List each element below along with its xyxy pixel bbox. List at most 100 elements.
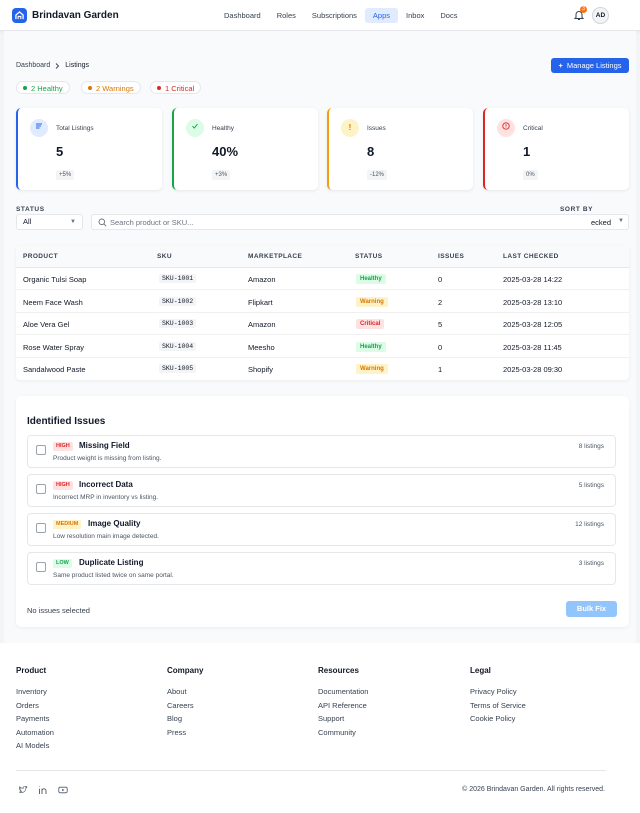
footer-link[interactable]: API Reference (318, 701, 368, 715)
pill-label: 1 Critical (165, 84, 195, 93)
issue-checkbox[interactable] (36, 484, 46, 494)
cell-issues: 0 (438, 342, 443, 352)
footer-link[interactable]: Automation (16, 728, 54, 742)
search-bar[interactable]: Search product or SKU... ecked ▼ (91, 214, 629, 230)
cell-sku: SKU-1005 (159, 364, 197, 373)
cell-last-checked: 2025-03-28 09:30 (503, 365, 563, 374)
footer-divider (16, 770, 606, 771)
col-last-checked[interactable]: LAST CHECKED (503, 253, 559, 260)
issue-item[interactable]: HIGH Incorrect Data Incorrect MRP in inv… (27, 474, 616, 507)
issues-title: Identified Issues (27, 416, 106, 427)
table-row[interactable]: Rose Water Spray SKU-1004 Meesho Healthy… (16, 336, 629, 358)
footer-link[interactable]: About (167, 687, 203, 701)
manage-listings-button[interactable]: + Manage Listings (551, 58, 629, 73)
twitter-icon[interactable] (18, 785, 28, 795)
cell-issues: 2 (438, 297, 443, 307)
issue-title: Incorrect Data (79, 480, 133, 489)
plus-icon: + (558, 61, 563, 70)
footer-link[interactable]: Documentation (318, 687, 368, 701)
col-marketplace[interactable]: MARKETPLACE (248, 253, 302, 260)
stat-card-total: Total Listings 5 +5% (16, 108, 162, 190)
nav-docs[interactable]: Docs (432, 8, 465, 23)
sort-select-value[interactable]: ecked (591, 218, 611, 227)
footer-link[interactable]: Blog (167, 714, 203, 728)
issue-checkbox[interactable] (36, 445, 46, 455)
cell-marketplace: Flipkart (248, 297, 273, 307)
status-badge: Healthy (356, 341, 386, 352)
footer-link[interactable]: Press (167, 728, 203, 742)
issue-item[interactable]: LOW Duplicate Listing Same product liste… (27, 552, 616, 585)
footer-link[interactable]: Community (318, 728, 368, 742)
status-pill-critical[interactable]: 1 Critical (150, 81, 202, 94)
breadcrumb: Dashboard Listings (16, 62, 89, 69)
footer-link[interactable]: Privacy Policy (470, 687, 526, 701)
footer-link[interactable]: Cookie Policy (470, 714, 526, 728)
issue-item[interactable]: MEDIUM Image Quality Low resolution main… (27, 513, 616, 546)
stat-delta: 0% (523, 170, 538, 180)
cell-product: Rose Water Spray (23, 342, 84, 352)
severity-badge: HIGH (53, 442, 73, 451)
col-product[interactable]: PRODUCT (23, 253, 58, 260)
stat-value: 1 (523, 144, 531, 159)
footer-link[interactable]: Orders (16, 701, 54, 715)
breadcrumb-current: Listings (65, 62, 89, 69)
footer-link[interactable]: Careers (167, 701, 203, 715)
cell-last-checked: 2025-03-28 14:22 (503, 275, 563, 284)
dot-icon (157, 86, 161, 90)
status-pill-healthy[interactable]: 2 Healthy (16, 81, 70, 94)
search-input[interactable]: Search product or SKU... (110, 218, 193, 227)
stat-delta: +5% (56, 170, 75, 180)
issue-checkbox[interactable] (36, 562, 46, 572)
brand-logo-icon[interactable] (12, 8, 27, 23)
stat-card-critical: Critical 1 0% (483, 108, 629, 190)
footer-link[interactable]: AI Models (16, 741, 54, 755)
col-sku[interactable]: SKU (157, 253, 172, 260)
pill-label: 2 Healthy (31, 84, 63, 93)
issue-checkbox[interactable] (36, 523, 46, 533)
footer-heading: Product (16, 666, 47, 675)
nav-inbox[interactable]: Inbox (398, 8, 432, 23)
status-select[interactable]: All ▼ (16, 214, 83, 230)
table-row[interactable]: Aloe Vera Gel SKU-1003 Amazon Critical 5… (16, 313, 629, 335)
linkedin-icon[interactable] (38, 785, 48, 795)
stat-card-healthy: Healthy 40% +3% (172, 108, 318, 190)
footer-link[interactable]: Terms of Service (470, 701, 526, 715)
issue-description: Low resolution main image detected. (53, 533, 159, 540)
table-row[interactable]: Organic Tulsi Soap SKU-1001 Amazon Healt… (16, 268, 629, 290)
table-row[interactable]: Neem Face Wash SKU-1002 Flipkart Warning… (16, 291, 629, 313)
status-badge: Warning (356, 364, 388, 374)
stat-label: Issues (367, 125, 386, 132)
user-avatar[interactable]: AD (592, 7, 609, 24)
issue-count: 5 listings (578, 482, 604, 489)
footer-col-resources: Resources Documentation API Reference Su… (318, 666, 368, 741)
breadcrumb-root[interactable]: Dashboard (16, 62, 50, 69)
footer-col-product: Product Inventory Orders Payments Automa… (16, 666, 54, 755)
stat-card-issues: ! Issues 8 -12% (327, 108, 473, 190)
footer-link[interactable]: Support (318, 714, 368, 728)
cell-last-checked: 2025-03-28 11:45 (503, 342, 562, 352)
issue-count: 8 listings (578, 443, 604, 450)
nav-subscriptions[interactable]: Subscriptions (304, 8, 365, 23)
bulk-fix-button[interactable]: Bulk Fix (566, 601, 617, 617)
footer-link[interactable]: Inventory (16, 687, 54, 701)
status-badge: Healthy (356, 274, 386, 284)
nav-apps[interactable]: Apps (364, 8, 399, 23)
nav-dashboard[interactable]: Dashboard (216, 8, 269, 23)
footer-heading: Company (167, 666, 204, 675)
footer-link[interactable]: Payments (16, 714, 54, 728)
check-icon (186, 119, 204, 137)
dot-icon (88, 86, 92, 90)
table-row[interactable]: Sandalwood Paste SKU-1005 Shopify Warnin… (16, 358, 629, 380)
col-status[interactable]: STATUS (355, 253, 382, 260)
issue-item[interactable]: HIGH Missing Field Product weight is mis… (27, 435, 616, 468)
cell-issues: 1 (438, 365, 443, 374)
col-issues[interactable]: ISSUES (438, 253, 464, 260)
youtube-icon[interactable] (58, 785, 68, 795)
cell-product: Aloe Vera Gel (23, 320, 70, 329)
nav-roles[interactable]: Roles (269, 8, 304, 23)
status-pill-warnings[interactable]: 2 Warnings (81, 81, 141, 94)
brand-name[interactable]: Brindavan Garden (32, 10, 119, 21)
cell-issues: 0 (438, 275, 443, 284)
stat-value: 5 (56, 144, 64, 159)
chevron-down-icon[interactable]: ▼ (618, 218, 624, 224)
